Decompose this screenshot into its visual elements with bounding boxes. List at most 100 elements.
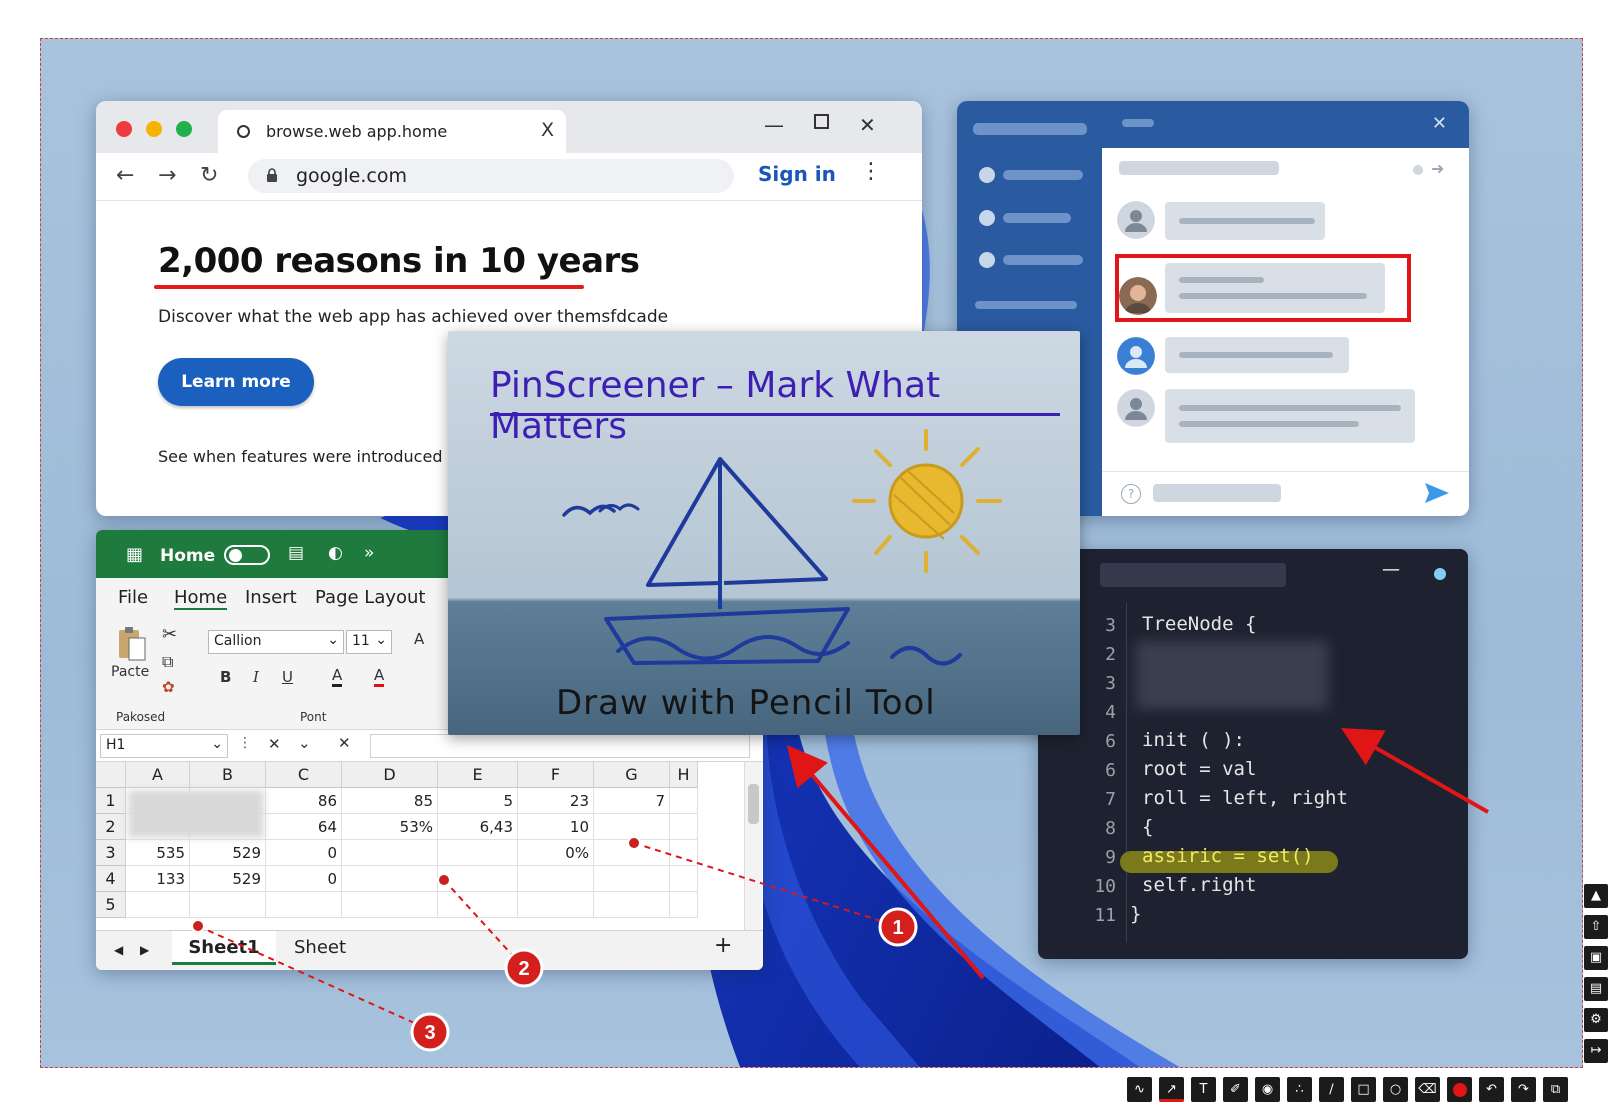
chat-search-placeholder[interactable] [1119, 161, 1279, 175]
tab-close-icon[interactable]: X [541, 119, 554, 141]
code-line[interactable]: } [1130, 903, 1141, 925]
close-icon[interactable]: ✕ [859, 113, 876, 137]
table-cell[interactable] [594, 814, 670, 840]
sheet-tab-active[interactable]: Sheet1 [172, 931, 276, 965]
forward-icon[interactable]: ➜ [1431, 159, 1444, 178]
table-cell[interactable]: 23 [518, 788, 594, 814]
share-icon[interactable]: ⇧ [1584, 915, 1608, 939]
table-cell[interactable]: 86 [266, 788, 342, 814]
table-cell[interactable]: 5 [438, 788, 518, 814]
copy-icon[interactable]: ⧉ [1543, 1077, 1568, 1102]
table-cell[interactable]: 0 [266, 866, 342, 892]
tab-home[interactable]: Home [174, 587, 228, 610]
row-header[interactable]: 2 [96, 814, 126, 840]
code-line[interactable]: assiric = set() [1142, 845, 1314, 867]
redo-icon[interactable]: ↷ [1511, 1077, 1536, 1102]
tab-page-layout[interactable]: Page Layout [315, 587, 426, 608]
cut-icon[interactable]: ✂ [162, 624, 177, 645]
copy-icon[interactable]: ⧉ [162, 652, 173, 672]
address-bar[interactable]: google.com [248, 159, 734, 193]
sidebar-item-placeholder[interactable] [1003, 255, 1083, 265]
tab-file[interactable]: File [118, 587, 148, 608]
table-cell[interactable] [670, 840, 698, 866]
steps-icon[interactable]: ∴ [1287, 1077, 1312, 1102]
vertical-scrollbar[interactable] [744, 762, 762, 930]
color-icon[interactable] [1447, 1077, 1472, 1102]
editor-tab-placeholder[interactable] [1100, 563, 1286, 587]
sheet-tab[interactable]: Sheet [294, 937, 346, 958]
table-cell[interactable] [594, 840, 670, 866]
sheet-prev-icon[interactable]: ◀ [114, 943, 123, 957]
column-header[interactable]: E [438, 762, 518, 788]
bold-icon[interactable]: B [220, 668, 231, 686]
column-header[interactable]: D [342, 762, 438, 788]
table-cell[interactable] [126, 892, 190, 918]
browser-tab[interactable]: browse.web app.home X [218, 110, 566, 153]
column-header[interactable]: G [594, 762, 670, 788]
add-sheet-button[interactable]: + [714, 933, 732, 958]
pin-icon[interactable]: ▲ [1584, 884, 1608, 908]
paste-label[interactable]: Pacte [111, 664, 149, 680]
code-line[interactable]: TreeNode { [1142, 613, 1256, 635]
table-cell[interactable]: 0% [518, 840, 594, 866]
table-cell[interactable] [670, 814, 698, 840]
name-box[interactable]: H1 ⌄ [100, 734, 228, 758]
exit-icon[interactable]: ↦ [1584, 1039, 1608, 1063]
row-header[interactable]: 3 [96, 840, 126, 866]
pencil-icon[interactable]: ∿ [1127, 1077, 1152, 1102]
minimize-icon[interactable]: — [764, 113, 784, 137]
sidebar-item-icon[interactable] [979, 252, 995, 268]
more-commands-icon[interactable]: » [364, 543, 374, 563]
column-header[interactable]: C [266, 762, 342, 788]
paste-icon[interactable] [116, 626, 148, 662]
more-icon[interactable]: ⋮ [238, 735, 252, 751]
table-cell[interactable]: 529 [190, 840, 266, 866]
undo-icon[interactable]: ◐ [328, 543, 343, 563]
code-line[interactable]: self.right [1142, 874, 1256, 896]
table-cell[interactable]: 85 [342, 788, 438, 814]
table-cell[interactable]: 529 [190, 866, 266, 892]
table-cell[interactable]: 6,43 [438, 814, 518, 840]
minimize-window-dot[interactable] [146, 121, 162, 137]
table-cell[interactable]: 10 [518, 814, 594, 840]
table-cell[interactable]: 535 [126, 840, 190, 866]
maximize-icon[interactable] [814, 114, 829, 129]
column-header[interactable]: H [670, 762, 698, 788]
format-painter-icon[interactable]: ✿ [162, 678, 175, 696]
close-window-dot[interactable] [116, 121, 132, 137]
send-icon[interactable] [1425, 483, 1449, 503]
font-grow-icon[interactable]: A [414, 630, 424, 648]
row-header[interactable]: 5 [96, 892, 126, 918]
table-cell[interactable] [518, 866, 594, 892]
table-cell[interactable]: 64 [266, 814, 342, 840]
column-header[interactable]: A [126, 762, 190, 788]
function-icon[interactable]: ✕ [338, 734, 351, 752]
font-size-select[interactable]: 11 ⌄ [346, 630, 392, 654]
column-header[interactable]: F [518, 762, 594, 788]
table-cell[interactable] [594, 866, 670, 892]
table-cell[interactable]: 133 [126, 866, 190, 892]
font-name-select[interactable]: Callion ⌄ [208, 630, 344, 654]
help-icon[interactable]: ? [1121, 484, 1141, 504]
maximize-window-dot[interactable] [176, 121, 192, 137]
sidebar-item-placeholder[interactable] [1003, 170, 1083, 180]
code-line[interactable]: { [1142, 816, 1153, 838]
tab-insert[interactable]: Insert [245, 587, 297, 608]
folder-icon[interactable]: ▤ [1584, 977, 1608, 1001]
settings-icon[interactable]: ⚙ [1584, 1008, 1608, 1032]
underline-icon[interactable]: U [282, 668, 293, 686]
code-line[interactable]: init ( ): [1142, 729, 1245, 751]
arrow-icon[interactable]: ↗ [1159, 1077, 1184, 1102]
table-cell[interactable] [266, 892, 342, 918]
table-cell[interactable] [438, 866, 518, 892]
table-cell[interactable]: 0 [266, 840, 342, 866]
back-icon[interactable]: ← [116, 163, 134, 188]
features-link[interactable]: See when features were introduced [158, 447, 442, 466]
table-cell[interactable] [670, 866, 698, 892]
table-cell[interactable] [190, 892, 266, 918]
blur-icon[interactable]: ◉ [1255, 1077, 1280, 1102]
italic-icon[interactable]: I [253, 668, 259, 686]
message-input[interactable] [1153, 484, 1281, 502]
table-cell[interactable] [342, 866, 438, 892]
table-cell[interactable] [670, 892, 698, 918]
